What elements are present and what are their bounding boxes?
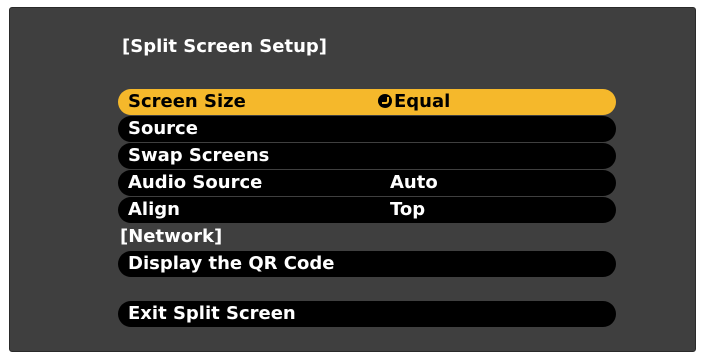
menu-item-label: Display the QR Code <box>128 253 335 274</box>
menu-item-label: Source <box>128 118 198 139</box>
enter-icon <box>378 94 392 108</box>
menu-item-exit-split-screen[interactable]: Exit Split Screen <box>118 301 616 327</box>
menu-item-label: Swap Screens <box>128 145 270 166</box>
menu-item-label: Screen Size <box>128 91 246 112</box>
align-value: Top <box>390 199 426 220</box>
menu-item-label: Exit Split Screen <box>128 303 296 324</box>
network-section-header: [Network] <box>118 224 616 250</box>
menu-item-audio-source[interactable]: Audio Source Auto <box>118 170 616 196</box>
menu-item-display-qr-code[interactable]: Display the QR Code <box>118 251 616 277</box>
menu-item-swap-screens[interactable]: Swap Screens <box>118 143 616 169</box>
panel-title: [Split Screen Setup] <box>122 36 327 57</box>
audio-source-value: Auto <box>390 172 438 193</box>
menu-item-align[interactable]: Align Top <box>118 197 616 223</box>
menu-item-label: Audio Source <box>128 172 263 193</box>
screen-size-value: Equal <box>394 91 451 112</box>
menu-spacer <box>118 278 616 301</box>
menu-item-screen-size[interactable]: Screen Size Equal <box>118 89 616 115</box>
menu-item-value: Equal <box>378 89 450 115</box>
setup-menu: Screen Size Equal Source Swap Screens Au… <box>118 89 616 328</box>
menu-item-label: Align <box>128 199 180 220</box>
section-label: [Network] <box>120 226 223 247</box>
menu-item-source[interactable]: Source <box>118 116 616 142</box>
split-screen-setup-panel: [Split Screen Setup] Screen Size Equal S… <box>9 7 696 352</box>
